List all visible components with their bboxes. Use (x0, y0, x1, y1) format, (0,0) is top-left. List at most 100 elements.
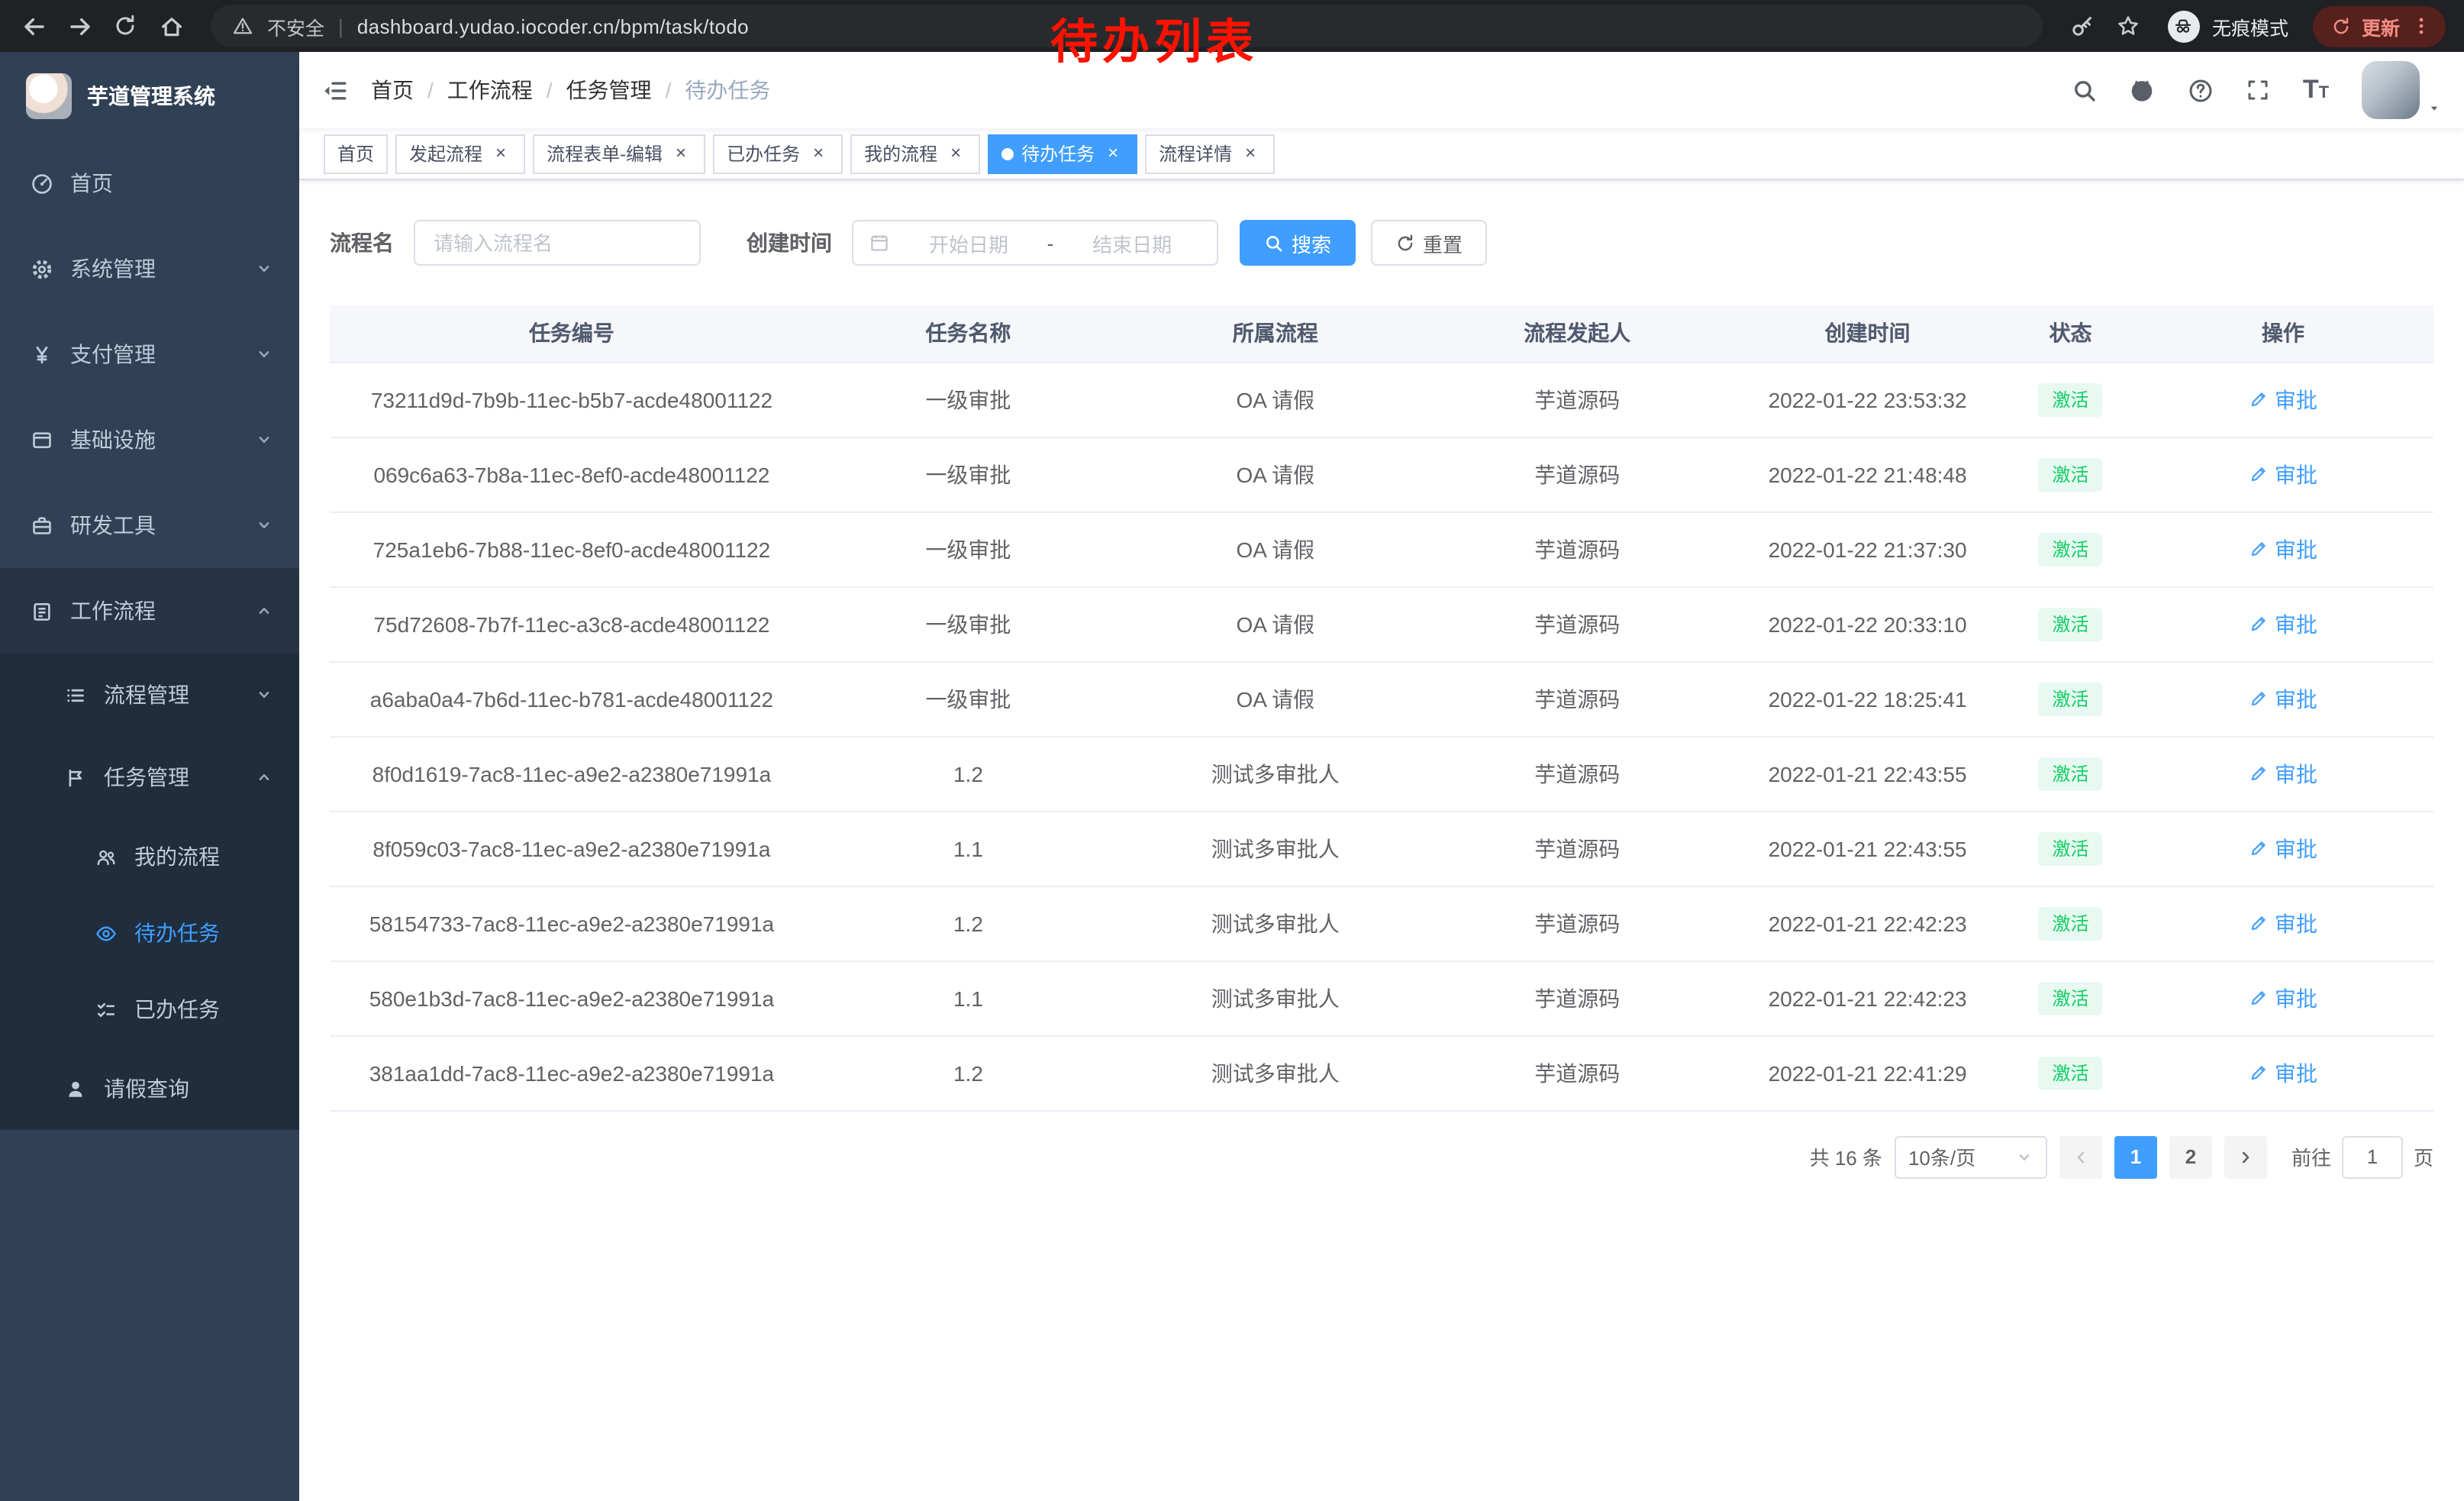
search-button[interactable]: 搜索 (1240, 220, 1356, 266)
close-icon[interactable]: × (490, 143, 511, 164)
passwords-key-button[interactable] (2061, 5, 2104, 47)
sidebar-item-workflow[interactable]: 工作流程 (0, 568, 299, 654)
approve-action-link[interactable]: 审批 (2249, 983, 2317, 1013)
sidebar-item-todo-tasks[interactable]: 待办任务 (0, 895, 299, 971)
edit-pencil-icon (2249, 614, 2269, 634)
approve-action-label: 审批 (2275, 534, 2317, 564)
sidebar-collapse-button[interactable] (299, 52, 371, 128)
breadcrumb-item-task-mgmt[interactable]: 任务管理 (566, 75, 652, 105)
page-size-select[interactable]: 10条/页 (1895, 1135, 2047, 1178)
sidebar-item-devtools[interactable]: 研发工具 (0, 483, 299, 568)
approve-action-link[interactable]: 审批 (2249, 1057, 2317, 1088)
chevron-right-icon (2237, 1148, 2255, 1166)
user-avatar-menu[interactable] (2362, 61, 2443, 119)
tab-label: 我的流程 (864, 140, 937, 166)
cell-process: 测试多审批人 (1123, 886, 1428, 960)
sidebar-item-my-process[interactable]: 我的流程 (0, 818, 299, 895)
browser-menu-dots-icon[interactable] (2411, 15, 2432, 37)
table-row: 8f059c03-7ac8-11ec-a9e2-a2380e71991a 1.1… (330, 811, 2433, 886)
page-button-2[interactable]: 2 (2169, 1135, 2212, 1178)
gear-icon (31, 257, 53, 280)
date-range-picker[interactable]: 开始日期 - 结束日期 (852, 220, 1218, 266)
sidebar-logo[interactable]: 芋道管理系统 (0, 52, 299, 140)
approve-action-link[interactable]: 审批 (2249, 758, 2317, 789)
chrome-update-button[interactable]: 更新 (2313, 5, 2446, 47)
reset-button[interactable]: 重置 (1371, 220, 1487, 266)
breadcrumb-item-home[interactable]: 首页 (371, 75, 414, 105)
cell-initiator: 芋道源码 (1428, 1035, 1727, 1110)
help-doc-button[interactable] (2175, 66, 2224, 115)
sidebar-item-payment[interactable]: 支付管理 (0, 311, 299, 397)
sidebar-item-leave-query[interactable]: 请假查询 (0, 1047, 299, 1130)
workflow-icon (31, 599, 53, 622)
close-icon[interactable]: × (1102, 143, 1124, 164)
browser-reload-button[interactable] (104, 5, 147, 47)
approve-action-label: 审批 (2275, 983, 2317, 1013)
goto-page-input[interactable] (2342, 1135, 2403, 1178)
edit-pencil-icon (2249, 539, 2269, 559)
main-area: 首页 / 工作流程 / 任务管理 / 待办任务 TT (299, 52, 2464, 1501)
table-row: a6aba0a4-7b6d-11ec-b781-acde48001122 一级审… (330, 661, 2433, 736)
fullscreen-button[interactable] (2233, 66, 2282, 115)
cell-task-name: 1.1 (814, 960, 1123, 1035)
process-name-input[interactable] (414, 220, 701, 266)
tab-process-detail[interactable]: 流程详情 × (1145, 134, 1275, 173)
cell-task-name: 1.2 (814, 1035, 1123, 1110)
sidebar-item-home[interactable]: 首页 (0, 140, 299, 226)
chevron-down-icon (2015, 1148, 2033, 1166)
sidebar-item-process-mgmt[interactable]: 流程管理 (0, 654, 299, 736)
close-icon[interactable]: × (670, 143, 692, 164)
bookmark-star-button[interactable] (2107, 5, 2150, 47)
cell-created: 2022-01-22 20:33:10 (1727, 586, 2008, 661)
approve-action-link[interactable]: 审批 (2249, 833, 2317, 863)
tab-home[interactable]: 首页 (324, 134, 388, 173)
approve-action-link[interactable]: 审批 (2249, 534, 2317, 564)
close-icon[interactable]: × (808, 143, 829, 164)
end-date-placeholder[interactable]: 结束日期 (1063, 228, 1201, 257)
tab-start-process[interactable]: 发起流程 × (395, 134, 525, 173)
page-button-1[interactable]: 1 (2114, 1135, 2157, 1178)
browser-forward-button[interactable] (58, 5, 101, 47)
tab-done-tasks[interactable]: 已办任务 × (713, 134, 843, 173)
fullscreen-icon (2246, 78, 2270, 102)
header-search-button[interactable] (2059, 66, 2108, 115)
breadcrumb-item-workflow[interactable]: 工作流程 (447, 75, 533, 105)
tab-form-edit[interactable]: 流程表单-编辑 × (533, 134, 705, 173)
avatar[interactable] (2362, 61, 2420, 119)
cell-task-name: 一级审批 (814, 362, 1123, 437)
sidebar-item-label: 流程管理 (104, 679, 189, 710)
tab-todo-tasks[interactable]: 待办任务 × (988, 134, 1137, 173)
browser-back-button[interactable] (12, 5, 55, 47)
approve-action-link[interactable]: 审批 (2249, 683, 2317, 714)
tab-label: 已办任务 (727, 140, 800, 166)
approve-action-link[interactable]: 审批 (2249, 459, 2317, 489)
cell-created: 2022-01-21 22:41:29 (1727, 1035, 2008, 1110)
browser-home-button[interactable] (150, 5, 192, 47)
cell-task-id: a6aba0a4-7b6d-11ec-b781-acde48001122 (330, 661, 814, 736)
sidebar-item-infrastructure[interactable]: 基础设施 (0, 397, 299, 483)
github-link-button[interactable] (2117, 66, 2166, 115)
prev-page-button[interactable] (2059, 1135, 2102, 1178)
approve-action-link[interactable]: 审批 (2249, 908, 2317, 938)
approve-action-link[interactable]: 审批 (2249, 384, 2317, 415)
chevron-down-icon (255, 260, 273, 278)
approve-action-link[interactable]: 审批 (2249, 608, 2317, 639)
date-range-separator: - (1047, 231, 1054, 254)
security-label[interactable]: 不安全 (267, 11, 324, 40)
cell-created: 2022-01-21 22:42:23 (1727, 886, 2008, 960)
cell-task-id: 8f0d1619-7ac8-11ec-a9e2-a2380e71991a (330, 736, 814, 811)
font-size-button[interactable]: TT (2291, 66, 2340, 115)
sidebar-item-system[interactable]: 系统管理 (0, 226, 299, 311)
logo-avatar-image (26, 73, 72, 119)
start-date-placeholder[interactable]: 开始日期 (899, 228, 1038, 257)
close-icon[interactable]: × (945, 143, 966, 164)
url-text[interactable]: dashboard.yudao.iocoder.cn/bpm/task/todo (357, 15, 749, 37)
tab-my-process[interactable]: 我的流程 × (850, 134, 980, 173)
sidebar-item-task-mgmt[interactable]: 任务管理 (0, 736, 299, 818)
close-icon[interactable]: × (1240, 143, 1261, 164)
sidebar-item-done-tasks[interactable]: 已办任务 (0, 971, 299, 1047)
next-page-button[interactable] (2224, 1135, 2267, 1178)
cell-created: 2022-01-22 18:25:41 (1727, 661, 2008, 736)
app-title: 芋道管理系统 (87, 81, 215, 111)
people-icon (95, 845, 118, 868)
